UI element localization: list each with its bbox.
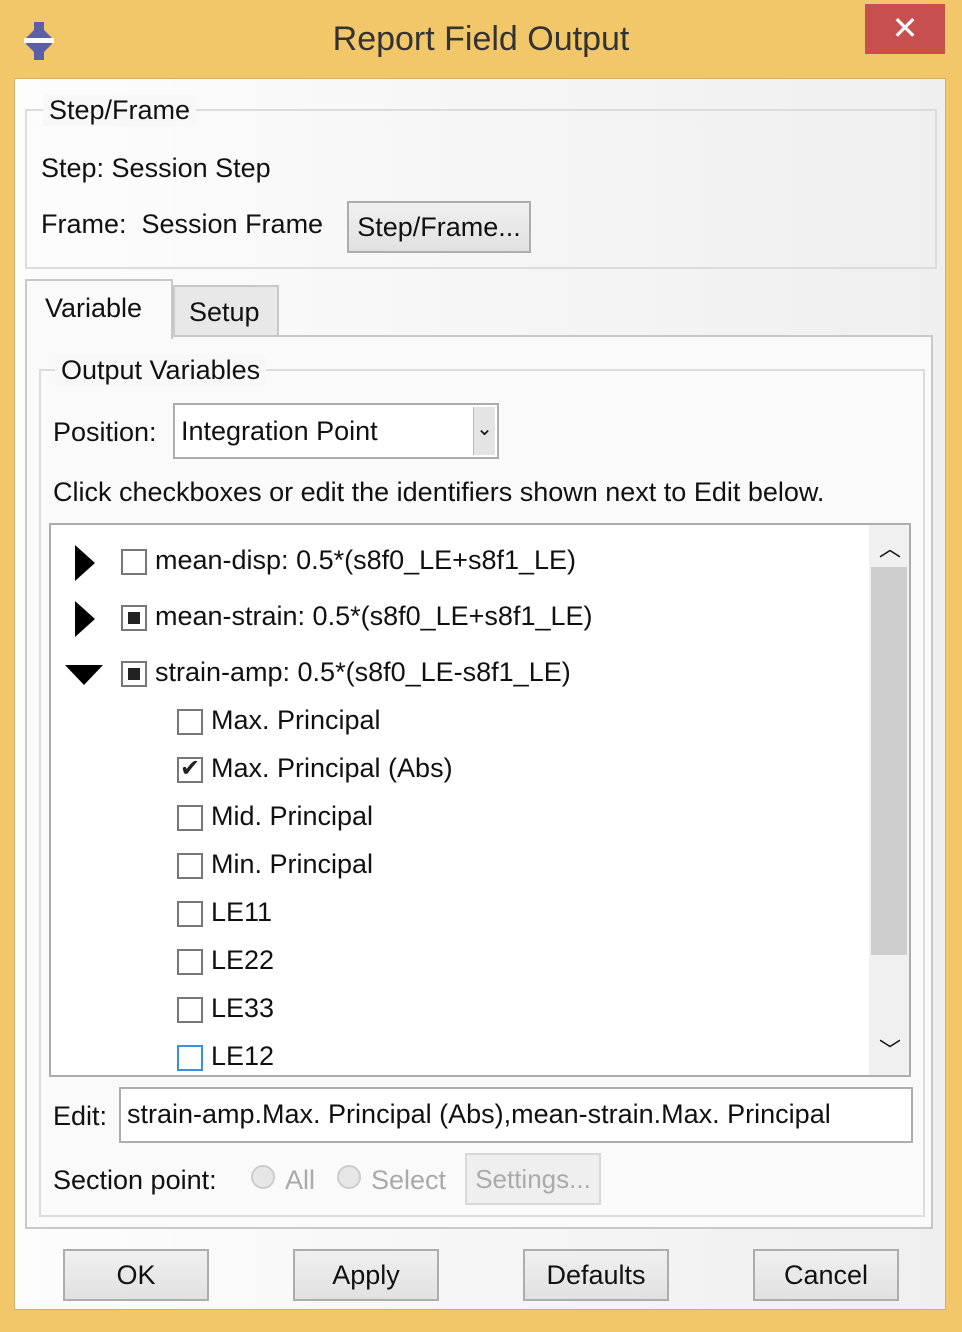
tree-item-label: Min. Principal: [211, 849, 374, 879]
checkbox[interactable]: [177, 1045, 203, 1071]
tree-child-item[interactable]: Mid. Principal: [51, 795, 851, 843]
tree-item-label: Max. Principal (Abs): [211, 753, 453, 783]
collapse-arrow-icon[interactable]: [65, 665, 103, 685]
tree-item-label: mean-strain: 0.5*(s8f0_LE+s8f1_LE): [155, 601, 593, 631]
dialog-body: Step/Frame Step: Session Step Frame: Ses…: [14, 78, 946, 1310]
scroll-up-icon[interactable]: ︿: [879, 531, 901, 563]
checkbox[interactable]: [177, 901, 203, 927]
tree-item-label: LE33: [211, 993, 275, 1023]
tree-child-item[interactable]: LE22: [51, 939, 851, 987]
tree-child-item[interactable]: LE11: [51, 891, 851, 939]
output-variables-legend: Output Variables: [55, 355, 267, 386]
tree-child-item[interactable]: Max. Principal: [51, 699, 851, 747]
close-button[interactable]: ✕: [865, 4, 945, 54]
tab-setup-label: Setup: [189, 297, 260, 327]
settings-button[interactable]: Settings...: [465, 1153, 601, 1205]
radio-select-label: Select: [371, 1165, 447, 1195]
tree-child-item[interactable]: ✔ Max. Principal (Abs): [51, 747, 851, 795]
step-label: Step: Session Step: [41, 153, 271, 183]
tree-child-item[interactable]: LE33: [51, 987, 851, 1035]
position-value: Integration Point: [181, 416, 378, 446]
tree-item-label: LE22: [211, 945, 275, 975]
checkbox[interactable]: [177, 853, 203, 879]
edit-input[interactable]: strain-amp.Max. Principal (Abs),mean-str…: [119, 1087, 913, 1143]
tree-item-label: Mid. Principal: [211, 801, 374, 831]
radio-select[interactable]: [337, 1165, 361, 1189]
expand-arrow-icon[interactable]: [75, 601, 95, 637]
defaults-button[interactable]: Defaults: [523, 1249, 669, 1301]
scrollbar[interactable]: ︿ ﹀: [869, 525, 909, 1075]
tree-item-label: mean-disp: 0.5*(s8f0_LE+s8f1_LE): [155, 545, 577, 575]
checkbox[interactable]: [177, 805, 203, 831]
frame-label: Frame: Session Frame: [41, 209, 324, 239]
edit-label: Edit:: [53, 1101, 108, 1131]
apply-button[interactable]: Apply: [293, 1249, 439, 1301]
tree-item-label: strain-amp: 0.5*(s8f0_LE-s8f1_LE): [155, 657, 571, 687]
title-bar[interactable]: Report Field Output ✕: [0, 0, 962, 78]
tab-variable[interactable]: Variable: [25, 279, 173, 339]
tree-child-item[interactable]: Min. Principal: [51, 843, 851, 891]
check-icon: ✔: [180, 755, 201, 782]
scrollbar-thumb[interactable]: [871, 567, 907, 955]
tab-variable-label: Variable: [45, 293, 143, 323]
checkbox-checked[interactable]: ✔: [177, 755, 203, 783]
radio-all-label: All: [285, 1165, 316, 1195]
position-label: Position:: [53, 417, 157, 447]
position-dropdown[interactable]: Integration Point ⌄: [173, 403, 499, 459]
cancel-button[interactable]: Cancel: [753, 1249, 899, 1301]
step-frame-button[interactable]: Step/Frame...: [347, 201, 531, 253]
tab-setup[interactable]: Setup: [173, 285, 279, 337]
tree-item-mean-strain[interactable]: mean-strain: 0.5*(s8f0_LE+s8f1_LE): [51, 595, 851, 643]
window-title: Report Field Output: [332, 20, 630, 58]
chevron-down-icon: ⌄: [473, 407, 495, 455]
checkbox[interactable]: [177, 949, 203, 975]
tree-child-item[interactable]: LE12: [51, 1035, 851, 1075]
tree-item-strain-amp[interactable]: strain-amp: 0.5*(s8f0_LE-s8f1_LE): [51, 651, 851, 699]
radio-all[interactable]: [251, 1165, 275, 1189]
tree-item-mean-disp[interactable]: mean-disp: 0.5*(s8f0_LE+s8f1_LE): [51, 539, 851, 587]
checkbox[interactable]: [121, 549, 147, 575]
ok-button[interactable]: OK: [63, 1249, 209, 1301]
checkbox-partial[interactable]: [121, 661, 147, 687]
tree-item-label: Max. Principal: [211, 705, 381, 735]
checkbox[interactable]: [177, 997, 203, 1023]
tree-item-label: LE11: [211, 897, 273, 927]
checkbox-partial[interactable]: [121, 605, 147, 631]
scroll-down-icon[interactable]: ﹀: [879, 1033, 901, 1065]
tree-item-label: LE12: [211, 1041, 275, 1071]
checkbox[interactable]: [177, 709, 203, 735]
expand-arrow-icon[interactable]: [75, 545, 95, 581]
step-frame-legend: Step/Frame: [43, 95, 197, 126]
section-point-label: Section point:: [53, 1165, 217, 1195]
hint-text: Click checkboxes or edit the identifiers…: [53, 477, 825, 507]
variable-tree[interactable]: mean-disp: 0.5*(s8f0_LE+s8f1_LE) mean-st…: [49, 523, 911, 1077]
